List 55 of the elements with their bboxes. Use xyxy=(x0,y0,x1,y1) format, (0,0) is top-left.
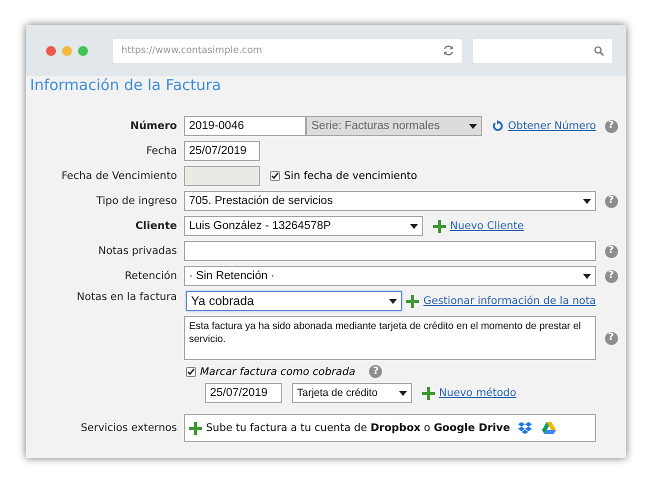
maximize-dot-icon[interactable] xyxy=(78,46,88,56)
help-icon[interactable]: ? xyxy=(604,244,618,258)
field-label: Retención xyxy=(124,270,177,282)
notes-field[interactable] xyxy=(184,241,596,261)
method-select[interactable]: Tarjeta de crédito xyxy=(292,383,412,403)
field-label: Número xyxy=(130,120,177,132)
link[interactable]: Nuevo Cliente xyxy=(450,220,524,232)
series-select[interactable]: Serie: Facturas normales xyxy=(306,116,482,136)
help-icon[interactable]: ? xyxy=(369,365,382,378)
caret-icon xyxy=(410,224,418,228)
caret-icon xyxy=(583,274,591,278)
plus-icon xyxy=(433,220,446,232)
field-label: Servicios externos xyxy=(80,422,177,434)
select-field[interactable]: · Sin Retención · xyxy=(184,266,596,286)
caret-icon xyxy=(399,390,407,396)
checkbox-label: Sin fecha de vencimiento xyxy=(284,170,418,182)
field-label: Notas en la factura xyxy=(76,291,177,303)
dropbox-icon xyxy=(518,422,532,434)
help-icon[interactable]: ? xyxy=(604,194,618,208)
help-icon[interactable]: ? xyxy=(604,120,618,132)
field-label: Tipo de ingreso xyxy=(96,195,177,207)
refresh-icon xyxy=(492,120,504,132)
select-field[interactable]: 705. Prestación de servicios xyxy=(184,191,596,211)
date-field[interactable]: 25/07/2019 xyxy=(184,141,260,161)
field-label: Cliente xyxy=(135,220,177,232)
plus-icon xyxy=(406,294,420,308)
field-label: Fecha de Vencimiento xyxy=(61,170,177,182)
reload-icon[interactable] xyxy=(443,45,454,56)
client-select[interactable]: Luis González - 13264578P xyxy=(184,216,423,236)
help-icon[interactable]: ? xyxy=(604,332,618,344)
checkbox[interactable] xyxy=(186,366,196,376)
address-bar[interactable]: https://www.contasimple.com xyxy=(113,38,462,62)
field-label: Fecha xyxy=(146,145,177,157)
caret-icon xyxy=(389,298,398,304)
notes-textarea[interactable]: Esta factura ya ha sido abonada mediante tarjeta de crédito en el momento de prestar el servicio. xyxy=(184,316,596,360)
link[interactable]: Obtener Número xyxy=(508,120,596,132)
link[interactable]: Nuevo método xyxy=(439,387,516,399)
drive-icon xyxy=(542,422,556,434)
checkbox-label: Marcar factura como cobrada xyxy=(200,366,356,378)
upload-text: Sube tu factura a tu cuenta de Dropbox o Google Drive xyxy=(206,422,510,434)
caret-icon xyxy=(583,198,591,204)
close-dot-icon[interactable] xyxy=(46,46,56,56)
notes-select[interactable]: Ya cobrada xyxy=(186,291,402,311)
search-icon xyxy=(594,46,604,56)
field-label: Notas privadas xyxy=(98,245,177,257)
link[interactable]: Gestionar información de la nota xyxy=(423,295,596,307)
plus-icon xyxy=(422,386,435,400)
page-title: Información de la Factura xyxy=(30,76,222,94)
caret-icon xyxy=(469,124,478,128)
search-field[interactable] xyxy=(473,38,612,62)
number-field[interactable]: 2019-0046 xyxy=(184,116,306,136)
minimize-dot-icon[interactable] xyxy=(62,46,72,56)
plus-icon xyxy=(189,422,202,434)
date-field[interactable]: 25/07/2019 xyxy=(205,383,282,403)
help-icon[interactable]: ? xyxy=(604,270,618,282)
